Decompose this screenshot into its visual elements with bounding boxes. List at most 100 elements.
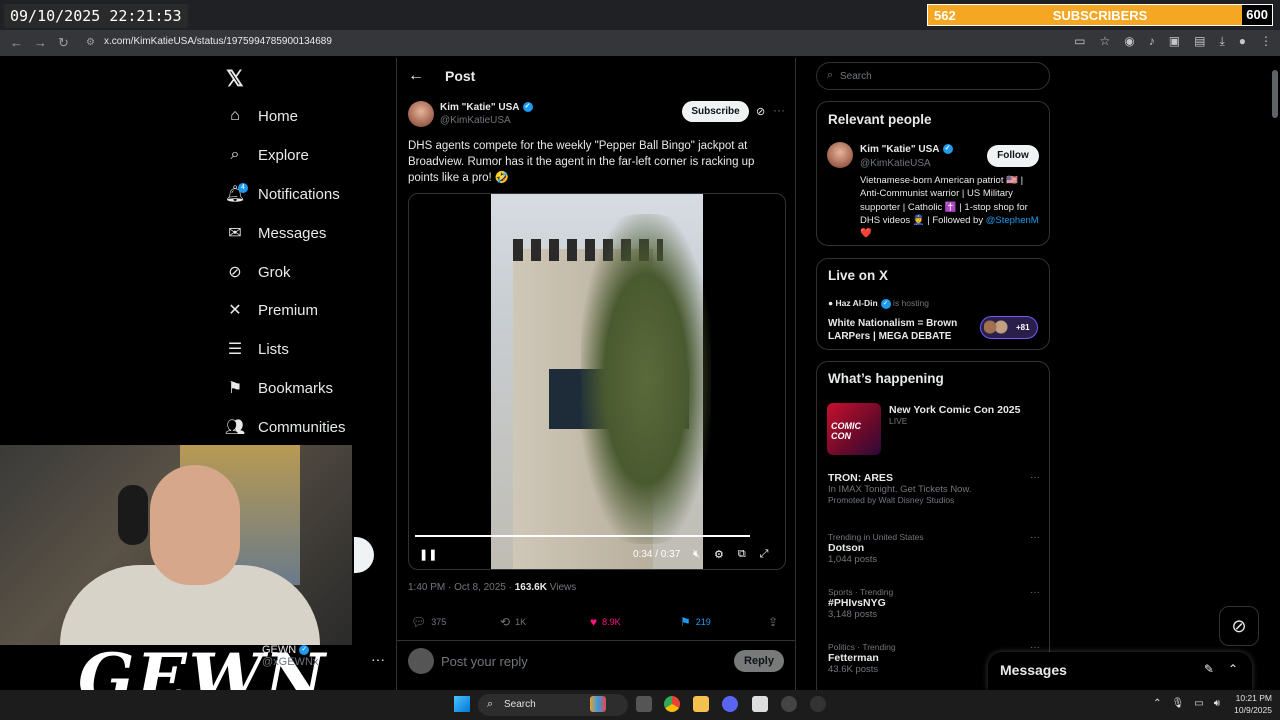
network-icon[interactable]: ▭ (1194, 698, 1203, 709)
file-explorer-icon[interactable] (693, 696, 709, 712)
nav-premium[interactable]: ✕ Premium (226, 295, 318, 325)
bio-mention-link[interactable]: @StephenM (986, 215, 1039, 226)
like-action[interactable]: ♥ 8.9K (590, 615, 621, 629)
system-tray: ⌃ 🎙︎ ▭ 🔊︎ (1153, 698, 1220, 709)
trend-more-icon[interactable]: ··· (1030, 587, 1040, 598)
bookmark-action[interactable]: ⚑ 219 (680, 615, 711, 629)
account-switcher[interactable]: GEWN ✓ @xGEWNx (262, 644, 318, 668)
trend-item[interactable]: New York Comic Con 2025 LIVE (889, 404, 1039, 426)
nav-bookmarks[interactable]: ⚑ Bookmarks (226, 373, 333, 403)
repost-icon: ⟲ (500, 615, 511, 629)
trend-name: Dotson (828, 542, 865, 554)
author-name[interactable]: Kim "Katie" USA ✓ (440, 102, 533, 113)
trend-image[interactable]: COMIC CON (827, 403, 881, 455)
task-view-icon[interactable] (636, 696, 652, 712)
relevant-person-handle[interactable]: @KimKatieUSA (860, 158, 931, 169)
nav-home[interactable]: ⌂ Home (226, 101, 298, 131)
chrome-icon[interactable] (664, 696, 680, 712)
popout-icon[interactable]: ⧉ (738, 548, 746, 561)
media-player-icon[interactable] (810, 696, 826, 712)
settings-icon[interactable]: ⚙ (714, 548, 724, 561)
nav-explore[interactable]: ⌕ Explore (226, 140, 309, 170)
fullscreen-icon[interactable]: ⤢ (760, 548, 769, 561)
expand-icon[interactable]: ⌃ (1228, 662, 1238, 676)
reload-button[interactable]: ↻ (58, 35, 69, 51)
taskbar-widget-icon[interactable] (590, 696, 606, 712)
repost-action[interactable]: ⟲ 1K (500, 615, 526, 629)
pause-icon[interactable]: ❚❚ (419, 548, 437, 561)
reply-input[interactable]: Post your reply (441, 654, 528, 669)
share-action[interactable]: ⇪ (768, 615, 778, 629)
notepad-icon[interactable] (752, 696, 768, 712)
download-icon[interactable]: ⤓ (1219, 34, 1224, 49)
microphone-icon[interactable]: 🎙︎ (1172, 698, 1185, 709)
trend-context: Politics · Trending (828, 642, 896, 652)
nav-communities[interactable]: 👥︎ Communities (225, 412, 346, 442)
new-message-icon[interactable]: ✎ (1204, 662, 1214, 676)
scrollbar-thumb[interactable] (1272, 70, 1278, 118)
author-avatar[interactable] (408, 101, 434, 127)
reply-button[interactable]: Reply (734, 650, 784, 672)
live-listeners-pill[interactable]: +81 (980, 316, 1038, 339)
address-bar-url[interactable]: x.com/KimKatieUSA/status/197599478590013… (104, 36, 332, 47)
trend-more-icon[interactable]: ··· (1030, 532, 1040, 543)
reply-count: 375 (431, 617, 447, 627)
share-icon: ⇪ (768, 615, 779, 629)
author-handle[interactable]: @KimKatieUSA (440, 115, 511, 126)
trend-name: New York Comic Con 2025 (889, 404, 1021, 416)
menu-icon[interactable]: ⋮ (1260, 34, 1272, 49)
trend-item[interactable]: Sports · Trending #PHIvsNYG 3,148 posts … (828, 587, 1040, 620)
grok-fab-button[interactable]: ⊘ (1219, 606, 1259, 646)
account-more-icon[interactable]: ··· (371, 651, 385, 667)
verified-icon: ✓ (299, 645, 310, 656)
trend-item[interactable]: Trending in United States Dotson 1,044 p… (828, 532, 1040, 565)
profile-icon[interactable]: ● (1239, 34, 1246, 49)
site-info-icon[interactable]: ⚙ (86, 37, 95, 48)
live-space-title[interactable]: White Nationalism = Brown LARPers | MEGA… (828, 317, 978, 343)
trend-item[interactable]: TRON: ARES In IMAX Tonight. Get Tickets … (828, 472, 1040, 505)
audio-icon[interactable]: ♪ (1149, 34, 1155, 49)
post-more-icon[interactable]: ··· (773, 103, 785, 117)
discord-icon[interactable] (722, 696, 738, 712)
relevant-person-name[interactable]: Kim "Katie" USA ✓ (860, 144, 953, 155)
forward-button[interactable]: → (34, 35, 47, 50)
bookmark-filled-icon: ⚑ (680, 615, 691, 629)
post-button[interactable] (354, 537, 374, 573)
tray-overflow-icon[interactable]: ⌃ (1153, 698, 1161, 709)
cast-icon[interactable]: ▭ (1074, 34, 1085, 49)
bookmark-star-icon[interactable]: ☆ (1100, 34, 1111, 49)
nav-messages[interactable]: ✉ Messages (226, 218, 326, 248)
mute-icon[interactable]: 🔇︎ (693, 548, 700, 561)
trend-more-icon[interactable]: ··· (1030, 472, 1040, 483)
grok-explain-icon[interactable]: ⊘ (756, 105, 765, 118)
volume-icon[interactable]: 🔊︎ (1214, 698, 1220, 709)
search-icon: ⌕ (230, 146, 240, 163)
whats-happening-card: What’s happening COMIC CON New York Comi… (816, 361, 1050, 701)
subscribe-button[interactable]: Subscribe (682, 101, 749, 122)
relevant-person-avatar[interactable] (827, 142, 853, 168)
taskbar-clock[interactable]: 10:21 PM 10/9/2025 (1234, 692, 1272, 716)
x-logo[interactable]: 𝕏 (226, 66, 244, 92)
post-timestamp[interactable]: 1:40 PM · Oct 8, 2025 · (408, 582, 515, 593)
video-player[interactable]: ❚❚ 0:34 / 0:37 🔇︎ ⚙ ⧉ ⤢ (408, 193, 786, 570)
video-progress-bar[interactable] (415, 535, 750, 537)
obs-icon[interactable] (781, 696, 797, 712)
card-title: What’s happening (828, 371, 944, 386)
back-button[interactable]: ← (10, 35, 23, 50)
list-icon: ☰ (227, 341, 243, 358)
extensions-puzzle-icon[interactable]: ▣ (1169, 34, 1180, 49)
nav-grok[interactable]: ⊘ Grok (226, 257, 290, 287)
extension-icon[interactable]: ◉ (1124, 34, 1134, 49)
messages-drawer[interactable]: Messages ✎ ⌃ (988, 652, 1252, 690)
reply-action[interactable]: 💬︎ 375 (411, 615, 446, 629)
author-name-text: Kim "Katie" USA (440, 102, 520, 113)
follow-button[interactable]: Follow (987, 145, 1039, 167)
windows-start-icon[interactable] (454, 696, 470, 712)
sidepanel-icon[interactable]: ▤ (1194, 34, 1205, 49)
post-text: DHS agents compete for the weekly "Peppe… (408, 140, 755, 184)
search-input[interactable]: ⌕ Search (816, 62, 1050, 90)
live-host[interactable]: ● Haz Al-Din ✓ is hosting (828, 298, 929, 309)
nav-lists[interactable]: ☰ Lists (226, 334, 289, 364)
back-arrow-icon[interactable]: ← (408, 67, 424, 85)
page-scrollbar[interactable] (1270, 58, 1280, 690)
